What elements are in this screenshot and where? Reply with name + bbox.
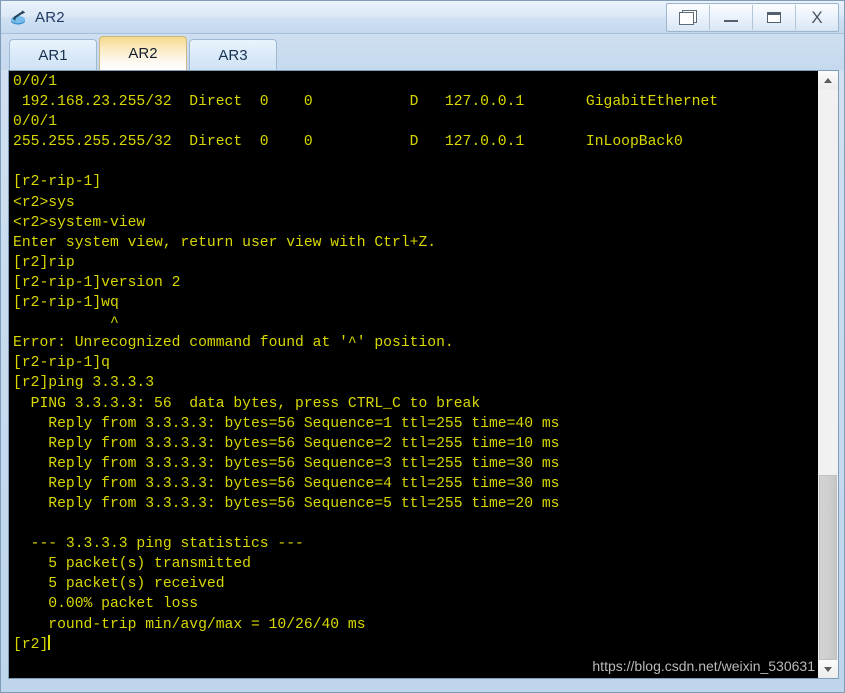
tab-ar1[interactable]: AR1: [9, 39, 97, 70]
router-cli-window: AR2 X AR1 AR2 AR3 0/0/1 192.168.23.255/3…: [0, 0, 845, 693]
terminal-frame: 0/0/1 192.168.23.255/32 Direct 0 0 D 127…: [8, 70, 839, 679]
terminal-output-area[interactable]: 0/0/1 192.168.23.255/32 Direct 0 0 D 127…: [9, 71, 817, 678]
close-icon: X: [811, 7, 823, 27]
router-icon: [9, 7, 29, 27]
terminal-output: 0/0/1 192.168.23.255/32 Direct 0 0 D 127…: [13, 74, 719, 633]
tab-ar2[interactable]: AR2: [99, 36, 187, 70]
terminal-prompt-line: [r2]: [9, 634, 817, 655]
text-cursor: [48, 634, 51, 650]
chevron-down-icon: [824, 666, 832, 672]
watermark-text: https://blog.csdn.net/weixin_530631: [592, 658, 815, 674]
scrollbar-up-button[interactable]: [818, 71, 838, 89]
restore-icon: [679, 9, 697, 25]
maximize-button[interactable]: [753, 4, 796, 30]
minimize-button[interactable]: [710, 4, 753, 30]
maximize-icon: [767, 11, 781, 23]
device-tab-bar: AR1 AR2 AR3: [1, 34, 844, 70]
terminal-scrollbar[interactable]: [817, 71, 838, 678]
scrollbar-down-button[interactable]: [818, 660, 838, 678]
terminal-prompt: [r2]: [13, 636, 49, 653]
scrollbar-thumb[interactable]: [819, 475, 837, 660]
minimize-icon: [724, 20, 738, 22]
window-title: AR2: [35, 8, 65, 26]
scrollbar-track[interactable]: [818, 89, 838, 660]
close-button[interactable]: X: [796, 4, 838, 30]
tab-ar3[interactable]: AR3: [189, 39, 277, 70]
chevron-up-icon: [824, 77, 832, 83]
tab-ar2-label: AR2: [128, 45, 158, 62]
title-bar-left: AR2: [1, 7, 65, 27]
restore-button[interactable]: [667, 4, 710, 30]
title-bar: AR2 X: [1, 1, 844, 34]
window-controls: X: [666, 2, 839, 32]
tab-ar3-label: AR3: [218, 46, 248, 64]
tab-ar1-label: AR1: [38, 46, 68, 64]
